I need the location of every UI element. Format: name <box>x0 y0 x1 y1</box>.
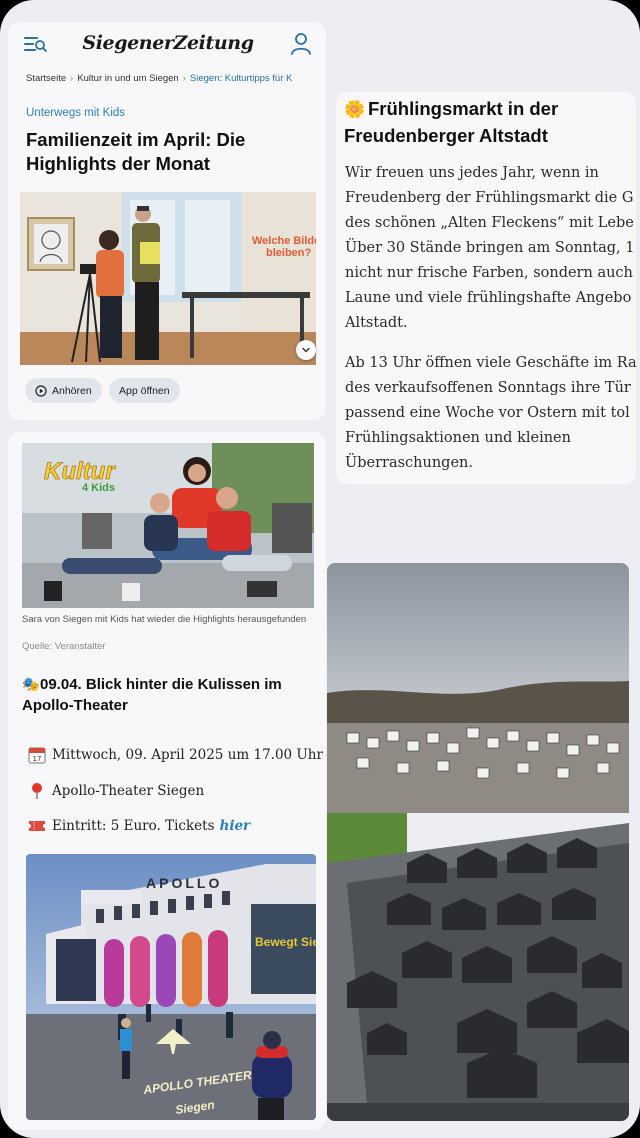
pin-icon <box>26 782 48 800</box>
photo-source: Quelle: Veranstalter <box>22 641 106 652</box>
ticket-link[interactable]: hier <box>220 818 251 834</box>
event-title: 🎭09.04. Blick hinter die Kulissen im Apo… <box>22 674 318 716</box>
photo-caption: Sara von Siegen mit Kids hat wieder die … <box>22 614 307 625</box>
para1-line: nicht nur frische Farben, sondern auch <box>345 265 633 281</box>
breadcrumb-current[interactable]: Siegen: Kulturtipps für K <box>190 73 292 84</box>
breadcrumb-kultur[interactable]: Kultur in und um Siegen <box>77 73 178 84</box>
svg-text:bleiben?: bleiben? <box>266 247 312 259</box>
right-article-title-text: Frühlingsmarkt in der Freudenberger Alts… <box>344 98 559 146</box>
event-date: 17 Mittwoch, 09. April 2025 um 17.00 Uhr <box>26 746 323 764</box>
masks-icon: 🎭 <box>22 676 40 692</box>
calendar-icon: 17 <box>26 746 48 764</box>
event-location: Apollo-Theater Siegen <box>26 782 204 800</box>
para2-line: Überraschungen. <box>345 455 473 471</box>
kids-logo-text: 4 Kids <box>82 482 115 494</box>
expand-image-button[interactable] <box>296 340 316 360</box>
para2-line: des verkaufsoffenen Sonntags ihre Tür <box>345 380 631 396</box>
para1-line: Laune und viele frühlingshafte Angebo <box>345 290 632 306</box>
para1-line: Altstadt. <box>345 315 408 331</box>
app-screen: SiegenerZeitung Startseite › Kultur in und… <box>0 0 640 1138</box>
para2-line: Ab 13 Uhr öffnen viele Geschäfte im Ra <box>345 355 637 371</box>
svg-text:Welche Bilder: Welche Bilder <box>252 235 316 247</box>
site-logo[interactable]: SiegenerZeitung <box>68 32 268 54</box>
event-entry: Eintritt: 5 Euro. Tickets hier <box>26 818 250 834</box>
user-icon[interactable] <box>290 32 312 56</box>
play-icon <box>35 384 47 397</box>
menu-search-icon[interactable] <box>24 34 48 56</box>
para1-line: Freudenberg der Frühlingsmarkt die G <box>345 190 634 206</box>
para2-line: passend eine Woche vor Ostern mit tol <box>345 405 630 421</box>
article-headline[interactable]: Familienzeit im April: Die Highlights de… <box>26 128 306 176</box>
breadcrumb: Startseite › Kultur in und um Siegen › Siege… <box>26 73 293 84</box>
hero-image[interactable]: Welche Bilder bleiben? <box>20 192 316 365</box>
open-app-label: App öffnen <box>119 384 170 397</box>
apollo-theater-photo[interactable]: APOLLO Bewegt Siegen <box>26 854 316 1120</box>
sunflower-icon: 🌼 <box>344 100 366 119</box>
kultur-4-kids-photo[interactable]: Kultur 4 Kids <box>22 443 314 608</box>
kultur-logo-text: Kultur <box>44 458 116 485</box>
listen-label: Anhören <box>52 384 92 397</box>
freudenberg-model-photo[interactable] <box>327 563 629 1121</box>
event-title-text: 09.04. Blick hinter die Kulissen im Apol… <box>22 676 282 714</box>
poster-text: Bewegt Siegen <box>255 935 316 949</box>
para2-line: Frühlingsaktionen und kleinen <box>345 430 571 446</box>
listen-button[interactable]: Anhören <box>25 378 102 403</box>
site-header: SiegenerZeitung <box>8 22 326 68</box>
open-app-button[interactable]: App öffnen <box>109 378 180 403</box>
ticket-icon <box>26 819 48 833</box>
apollo-sign-text: APOLLO <box>146 875 222 891</box>
chevron-down-icon <box>302 347 310 353</box>
event-location-text: Apollo-Theater Siegen <box>52 783 205 799</box>
para1-line: Über 30 Stände bringen am Sonntag, 1 <box>345 240 635 256</box>
article-kicker[interactable]: Unterwegs mit Kids <box>26 107 125 119</box>
event-entry-text: Eintritt: 5 Euro. Tickets <box>52 818 215 834</box>
breadcrumb-home[interactable]: Startseite <box>26 73 66 84</box>
para1-line: des schönen „Alten Fleckens“ mit Lebe <box>345 215 634 231</box>
event-date-text: Mittwoch, 09. April 2025 um 17.00 Uhr <box>52 747 323 763</box>
para1-line: Wir freuen uns jedes Jahr, wenn in <box>345 165 599 181</box>
right-article-title[interactable]: 🌼 Frühlingsmarkt in der Freudenberger Alt… <box>344 96 636 149</box>
svg-text:17: 17 <box>33 755 42 763</box>
